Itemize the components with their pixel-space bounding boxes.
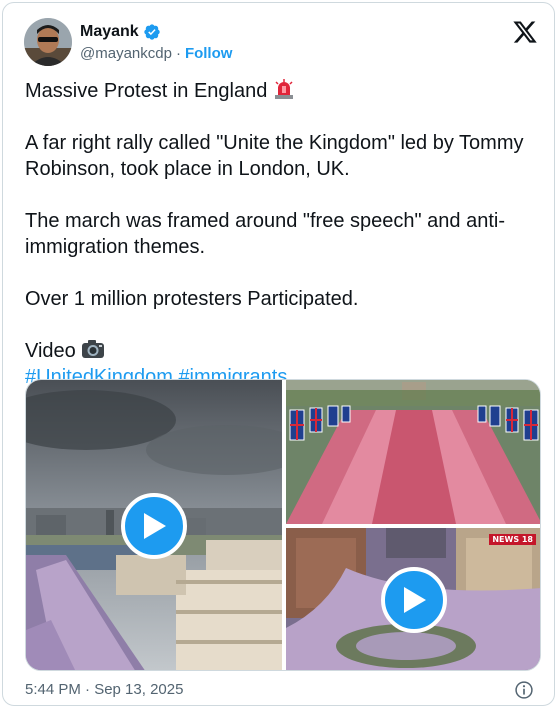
play-icon [404,587,426,613]
image-thumbnail-mall[interactable] [286,380,540,524]
media-grid: NEWS 18 [25,379,541,671]
author-name[interactable]: Mayank [80,23,139,41]
x-logo-icon[interactable] [512,19,538,45]
play-button[interactable] [121,493,187,559]
camera-icon [82,340,105,358]
avatar[interactable] [24,18,72,66]
verified-badge-icon [144,24,160,40]
tweet-video-line: Video [25,338,540,364]
tweet-card: Mayank @mayankcdp · Follow Massive Prote… [2,2,555,706]
follow-button[interactable]: Follow [185,45,233,62]
rotating-light-icon [274,79,293,99]
author-handle[interactable]: @mayankcdp [80,45,172,62]
video-thumbnail-aerial[interactable]: NEWS 18 [286,528,540,670]
tweet-text: Massive Protest in England A far right r… [25,78,540,390]
play-icon [144,513,166,539]
info-icon[interactable] [514,680,534,700]
tweet-timestamp[interactable]: 5:44 PM · Sep 13, 2025 [25,681,183,698]
tweet-paragraph-2: A far right rally called "Unite the King… [25,132,524,180]
video-thumbnail-westminster[interactable] [26,380,282,670]
mall-flags-scene-image [286,380,540,524]
play-button[interactable] [381,567,447,633]
tweet-paragraph-4: Over 1 million protesters Participated. [25,288,359,310]
separator-dot: · [175,45,181,62]
news18-badge: NEWS 18 [489,534,536,545]
author-handle-row: @mayankcdp · Follow [80,45,232,62]
avatar-image [24,18,72,66]
tweet-line-1: Massive Protest in England [25,78,540,104]
tweet-paragraph-3: The march was framed around "free speech… [25,210,505,258]
author-name-row: Mayank [80,21,161,43]
